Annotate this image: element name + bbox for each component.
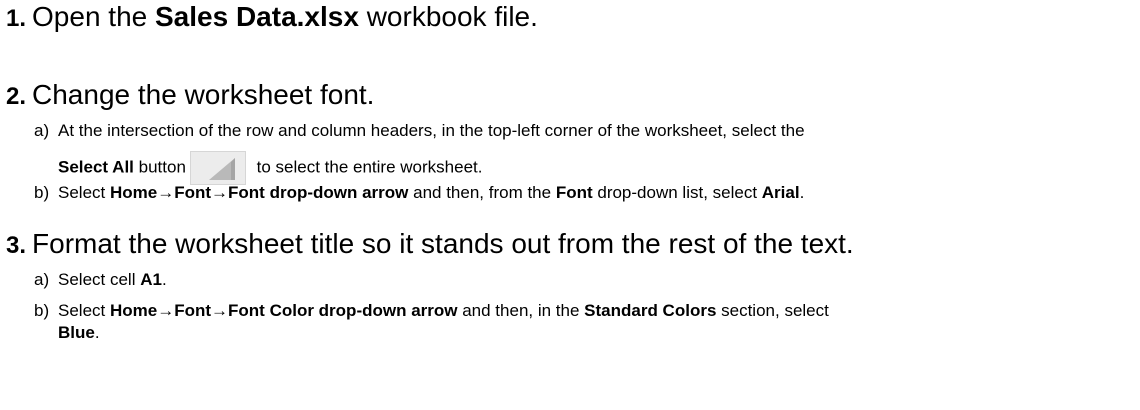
substep-text: Select — [58, 183, 110, 202]
ui-term: Home→Font→Font Color drop-down arrow — [109, 301, 458, 320]
substep-text: and then, from the — [408, 183, 556, 202]
ui-term: Select All — [58, 157, 134, 177]
substep-text: . — [94, 323, 100, 342]
substep-text: Select — [58, 301, 110, 320]
color-name: Blue — [58, 323, 95, 342]
substep-2a-cont: Select All button to select the entire w… — [58, 151, 482, 185]
substep-text: drop-down list, select — [592, 183, 762, 202]
substep-3a: a) Select cell A1. — [34, 269, 167, 291]
substep-text: . — [161, 270, 167, 289]
substep-2a: a) At the intersection of the row and col… — [34, 120, 805, 142]
ui-term: Home→Font→Font drop-down arrow — [109, 183, 409, 202]
substep-text: Select cell — [58, 270, 141, 289]
substep-letter: b) — [34, 183, 50, 202]
substep-text: . — [799, 183, 805, 202]
file-name: Sales Data.xlsx — [155, 1, 359, 32]
step-text: Open the — [32, 1, 155, 32]
ui-term: Arial — [761, 183, 800, 202]
substep-3b-cont: Blue. — [58, 322, 100, 344]
ui-term: Font — [555, 183, 593, 202]
substep-text: At the intersection of the row and colum… — [58, 121, 805, 140]
step-text: Format the worksheet title so it stands … — [32, 228, 854, 259]
step-number: 2. — [6, 83, 27, 110]
step-text: workbook file. — [358, 1, 538, 32]
cell-reference: A1 — [140, 270, 162, 289]
step-text: Change the worksheet font. — [32, 79, 375, 110]
substep-text: and then, in the — [457, 301, 585, 320]
step-1: 1. Open the Sales Data.xlsx workbook file… — [6, 0, 538, 36]
substep-text: to select the entire worksheet. — [251, 157, 483, 177]
step-number: 3. — [6, 232, 27, 259]
substep-2b: b) Select Home→Font→Font drop-down arrow … — [34, 182, 804, 204]
substep-letter: a) — [34, 270, 50, 289]
step-2: 2. Change the worksheet font. — [6, 78, 374, 114]
select-all-button-icon — [189, 151, 246, 185]
substep-letter: a) — [34, 121, 50, 140]
substep-3b: b) Select Home→Font→Font Color drop-down … — [34, 300, 829, 322]
substep-text: section, select — [716, 301, 829, 320]
ui-term: Standard Colors — [584, 301, 717, 320]
step-number: 1. — [6, 5, 27, 32]
step-3: 3. Format the worksheet title so it stand… — [6, 227, 854, 263]
substep-text: button — [133, 157, 186, 177]
substep-letter: b) — [34, 301, 50, 320]
